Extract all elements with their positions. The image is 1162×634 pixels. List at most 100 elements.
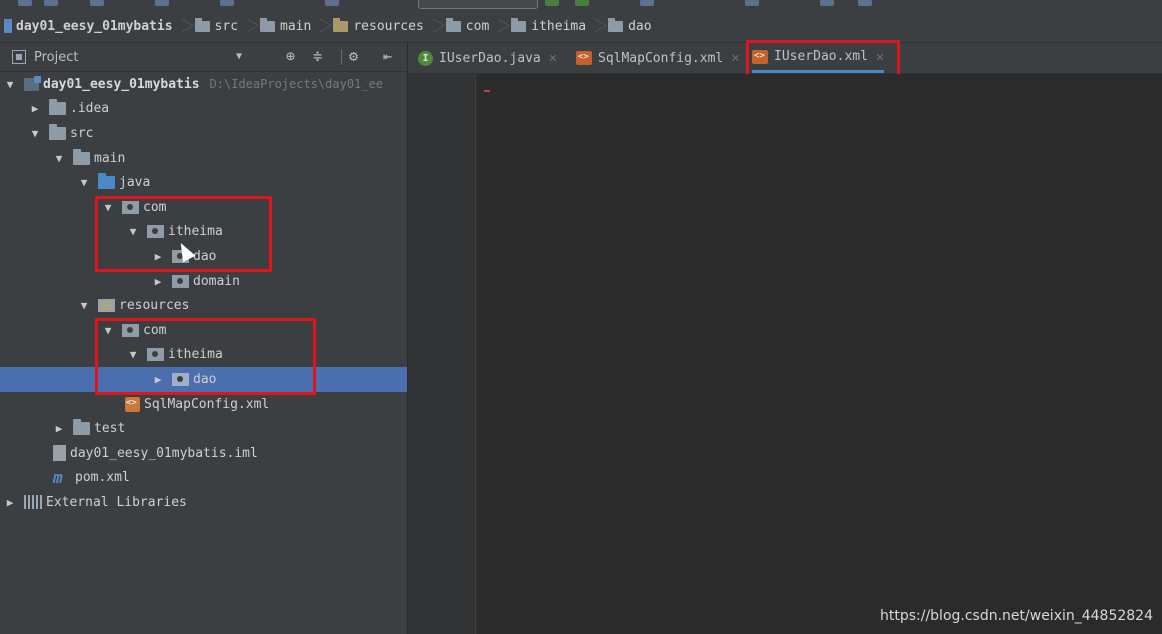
gear-icon[interactable]: ⚙ (349, 49, 358, 64)
chevron-down-icon[interactable]: ▼ (236, 51, 242, 62)
tree-item-java[interactable]: ▼ java (0, 170, 407, 195)
run-icon[interactable] (545, 0, 559, 6)
package-icon (122, 323, 139, 337)
tree-item-label: java (119, 175, 151, 191)
collapse-arrow-icon[interactable]: ▶ (152, 275, 164, 288)
expand-arrow-icon[interactable]: ▼ (127, 348, 139, 361)
tree-item-label: day01_eesy_01mybatis (43, 76, 200, 92)
tree-item-res-com[interactable]: ▼ com (0, 318, 407, 343)
toolbar-icon[interactable] (820, 0, 834, 6)
breadcrumb-item-project[interactable]: day01_eesy_01mybatis (0, 10, 191, 42)
expand-arrow-icon[interactable]: ▼ (4, 78, 16, 91)
breadcrumb-item-resources[interactable]: resources (329, 10, 441, 42)
module-icon (24, 75, 41, 91)
run-config-combo[interactable] (418, 0, 538, 9)
toolbar-icon[interactable] (325, 0, 339, 6)
divider: | (337, 47, 347, 65)
package-icon (445, 17, 461, 32)
hide-panel-icon[interactable]: ⇤ (383, 49, 392, 64)
tree-item-src[interactable]: ▼ src (0, 121, 407, 146)
breadcrumb-separator (179, 10, 185, 42)
tree-item-test[interactable]: ▶ test (0, 416, 407, 441)
toolbar-icon[interactable] (220, 0, 234, 6)
tree-item-java-com[interactable]: ▼ com (0, 195, 407, 220)
libraries-icon (24, 495, 42, 510)
collapse-arrow-icon[interactable]: ▶ (53, 422, 65, 435)
breadcrumb-label: dao (628, 18, 652, 34)
tab-label: SqlMapConfig.xml (598, 50, 724, 66)
resources-folder-icon (98, 299, 115, 313)
tree-item-external-libraries[interactable]: ▶ External Libraries (0, 490, 407, 515)
breadcrumb-separator (592, 10, 598, 42)
breadcrumb-label: itheima (531, 18, 587, 34)
toolbar-icon[interactable] (155, 0, 169, 6)
project-panel-header: Project ▼ ⊕ ≑ | ⚙ ⇤ (0, 43, 407, 72)
project-view-icon (12, 50, 26, 64)
breadcrumb-label: day01_eesy_01mybatis (16, 18, 173, 34)
tree-item-idea[interactable]: ▶ .idea (0, 97, 407, 122)
breadcrumb-label: resources (353, 18, 424, 34)
expand-arrow-icon[interactable]: ▼ (78, 299, 90, 312)
tree-item-label: com (143, 199, 167, 215)
breadcrumb-item-src[interactable]: src (191, 10, 256, 42)
tab-sqlmapconfig-xml[interactable]: SqlMapConfig.xml ✕ (576, 43, 740, 73)
toolbar-icon[interactable] (858, 0, 872, 6)
expand-arrow-icon[interactable]: ▼ (78, 176, 90, 189)
maven-icon: m (53, 467, 63, 487)
collapse-arrow-icon[interactable]: ▶ (4, 496, 16, 509)
locate-icon[interactable]: ⊕ (286, 49, 295, 64)
tree-item-resources[interactable]: ▼ resources (0, 293, 407, 318)
navigation-breadcrumb: day01_eesy_01mybatis src main resources … (0, 10, 1162, 43)
tree-item-res-dao[interactable]: ▶ dao (0, 367, 407, 392)
tab-iuserdao-xml[interactable]: IUserDao.xml ✕ (752, 43, 885, 73)
collapse-all-icon[interactable]: ≑ (313, 49, 322, 64)
tree-item-label: main (94, 150, 126, 166)
tree-item-res-itheima[interactable]: ▼ itheima (0, 343, 407, 368)
tree-item-sqlmapconfig[interactable]: SqlMapConfig.xml (0, 392, 407, 417)
xml-file-icon (752, 49, 768, 64)
expand-arrow-icon[interactable]: ▼ (53, 152, 65, 165)
toolbar-icon[interactable] (640, 0, 654, 6)
expand-arrow-icon[interactable]: ▼ (102, 201, 114, 214)
tree-item-label: com (143, 322, 167, 338)
toolbar-icon[interactable] (44, 0, 58, 6)
java-interface-icon: I (418, 50, 433, 66)
editor-gutter (408, 74, 476, 634)
toolbar-icon[interactable] (18, 0, 32, 6)
close-icon[interactable]: ✕ (731, 50, 739, 66)
code-editor[interactable] (476, 74, 1162, 634)
package-icon (122, 200, 139, 214)
folder-icon (73, 419, 90, 436)
toolbar-icon[interactable] (90, 0, 104, 6)
tree-item-java-dao[interactable]: ▶ dao (0, 244, 407, 269)
toolbar-icon[interactable] (745, 0, 759, 6)
tree-item-domain[interactable]: ▶ domain (0, 269, 407, 294)
close-icon[interactable]: ✕ (549, 50, 557, 66)
tree-item-main[interactable]: ▼ main (0, 146, 407, 171)
breadcrumb-item-dao[interactable]: dao (604, 10, 657, 42)
expand-arrow-icon[interactable]: ▼ (29, 127, 41, 140)
tree-item-label: pom.xml (75, 470, 130, 486)
tree-item-pom[interactable]: m pom.xml (0, 466, 407, 491)
breadcrumb-item-main[interactable]: main (256, 10, 329, 42)
tree-item-java-itheima[interactable]: ▼ itheima (0, 220, 407, 245)
close-icon[interactable]: ✕ (876, 49, 884, 65)
tab-iuserdao-java[interactable]: I IUserDao.java ✕ (418, 43, 557, 73)
main-toolbar (0, 0, 1162, 10)
breadcrumb-item-itheima[interactable]: itheima (507, 10, 604, 42)
collapse-arrow-icon[interactable]: ▶ (152, 373, 164, 386)
breadcrumb-separator (244, 10, 250, 42)
collapse-arrow-icon[interactable]: ▶ (152, 250, 164, 263)
breadcrumb-item-com[interactable]: com (442, 10, 507, 42)
tree-item-iml[interactable]: day01_eesy_01mybatis.iml (0, 441, 407, 466)
collapse-arrow-icon[interactable]: ▶ (29, 102, 41, 115)
expand-arrow-icon[interactable]: ▼ (127, 225, 139, 238)
project-view-title[interactable]: Project (34, 50, 78, 65)
tree-item-project-root[interactable]: ▼ day01_eesy_01mybatis D:\IdeaProjects\d… (0, 72, 407, 97)
debug-icon[interactable] (575, 0, 589, 6)
folder-icon (260, 17, 276, 32)
tab-label: IUserDao.xml (774, 49, 868, 64)
expand-arrow-icon[interactable]: ▼ (102, 324, 114, 337)
tree-item-label: .idea (70, 101, 110, 117)
package-icon (511, 17, 527, 32)
